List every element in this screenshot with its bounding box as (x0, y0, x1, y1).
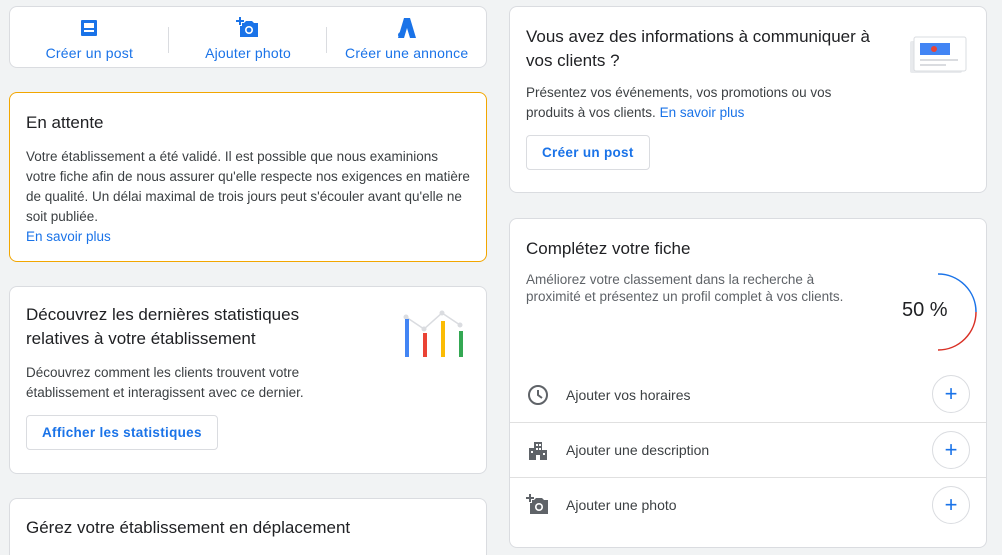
add-hours-label: Ajouter vos horaires (566, 386, 691, 403)
complete-title: Complétez votre fiche (526, 239, 691, 258)
complete-body: Améliorez votre classement dans la reche… (526, 272, 844, 304)
progress-ring: 50 % (896, 271, 980, 353)
clock-icon (526, 383, 550, 407)
add-description-button[interactable]: + (932, 431, 970, 469)
add-description-row[interactable]: Ajouter une description + (510, 422, 986, 477)
create-ad-action[interactable]: Créer une annonce (327, 7, 486, 67)
complete-profile-card: Complétez votre fiche Améliorez votre cl… (509, 218, 987, 548)
pending-title: En attente (26, 113, 104, 132)
create-ad-label: Créer une annonce (345, 45, 469, 61)
ads-icon (396, 17, 418, 39)
stats-title: Découvrez les dernières statistiques rel… (26, 305, 300, 348)
stats-card: Découvrez les dernières statistiques rel… (9, 286, 487, 474)
pending-learn-more-link[interactable]: En savoir plus (26, 229, 111, 244)
create-post-button[interactable]: Créer un post (526, 135, 650, 170)
stats-body: Découvrez comment les clients trouvent v… (26, 365, 304, 400)
add-photo-row[interactable]: Ajouter une photo + (510, 477, 986, 532)
info-card: Vous avez des informations à communiquer… (509, 6, 987, 193)
add-photo-label: Ajouter une photo (566, 497, 677, 513)
add-photo-icon (236, 17, 260, 39)
quick-actions-card: Créer un post Ajouter photo Créer une an… (9, 6, 487, 68)
add-photo-action[interactable]: Ajouter photo (169, 7, 328, 67)
pending-body: Votre établissement a été validé. Il est… (26, 149, 470, 224)
add-photo-label: Ajouter photo (205, 45, 291, 61)
create-post-action[interactable]: Créer un post (10, 7, 169, 67)
stats-illustration (402, 301, 472, 366)
info-body: Présentez vos événements, vos promotions… (526, 83, 866, 123)
info-learn-more-link[interactable]: En savoir plus (660, 105, 745, 120)
add-photo-icon (526, 493, 550, 517)
add-hours-row[interactable]: Ajouter vos horaires + (510, 367, 986, 422)
post-icon (80, 17, 98, 39)
show-stats-button[interactable]: Afficher les statistiques (26, 415, 218, 450)
mobile-title: Gérez votre établissement en déplacement (26, 518, 351, 537)
add-description-label: Ajouter une description (566, 442, 710, 458)
create-post-label: Créer un post (45, 45, 134, 61)
building-icon (526, 438, 550, 462)
info-title: Vous avez des informations à communiquer… (526, 27, 870, 70)
add-hours-button[interactable]: + (932, 375, 970, 413)
pending-card: En attente Votre établissement a été val… (9, 92, 487, 262)
post-illustration (910, 35, 968, 84)
progress-percent: 50 % (902, 299, 948, 321)
add-photo-button[interactable]: + (932, 486, 970, 524)
mobile-card: Gérez votre établissement en déplacement (9, 498, 487, 555)
